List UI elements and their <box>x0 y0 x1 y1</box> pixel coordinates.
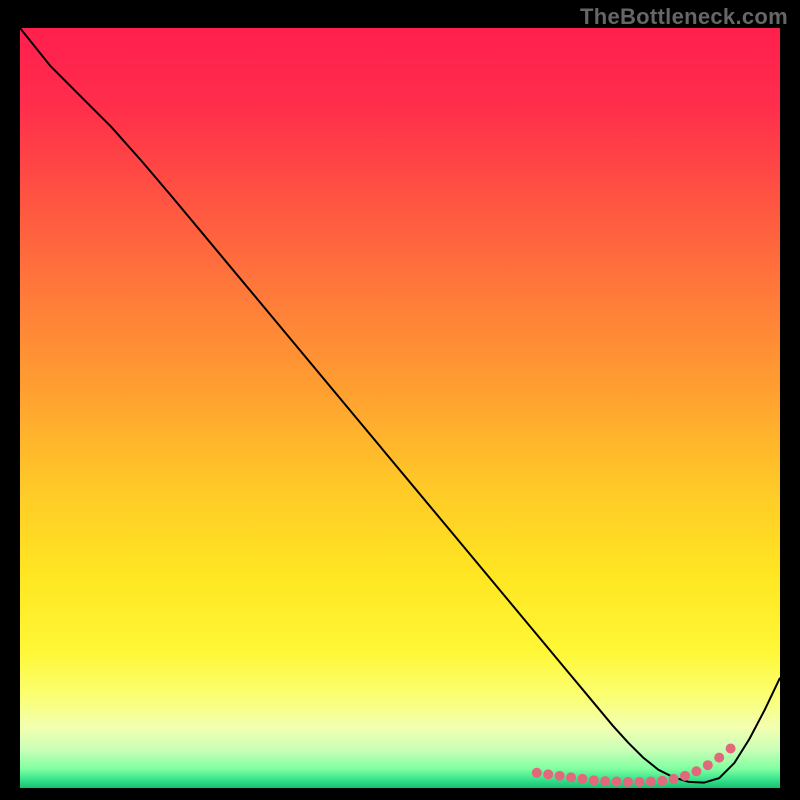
gradient-background <box>20 28 780 788</box>
highlight-dot <box>612 777 622 787</box>
highlight-dot <box>726 743 736 753</box>
watermark-text: TheBottleneck.com <box>580 4 788 30</box>
highlight-dot <box>646 777 656 787</box>
highlight-dot <box>566 772 576 782</box>
highlight-dot <box>623 777 633 787</box>
highlight-dot <box>634 777 644 787</box>
bottleneck-chart <box>20 28 780 788</box>
highlight-dot <box>680 771 690 781</box>
highlight-dot <box>589 775 599 785</box>
highlight-dot <box>577 774 587 784</box>
highlight-dot <box>555 771 565 781</box>
highlight-dot <box>691 766 701 776</box>
highlight-dot <box>543 769 553 779</box>
highlight-dot <box>714 753 724 763</box>
highlight-dot <box>669 774 679 784</box>
highlight-dot <box>657 776 667 786</box>
highlight-dot <box>703 760 713 770</box>
highlight-dot <box>600 776 610 786</box>
highlight-dot <box>532 768 542 778</box>
